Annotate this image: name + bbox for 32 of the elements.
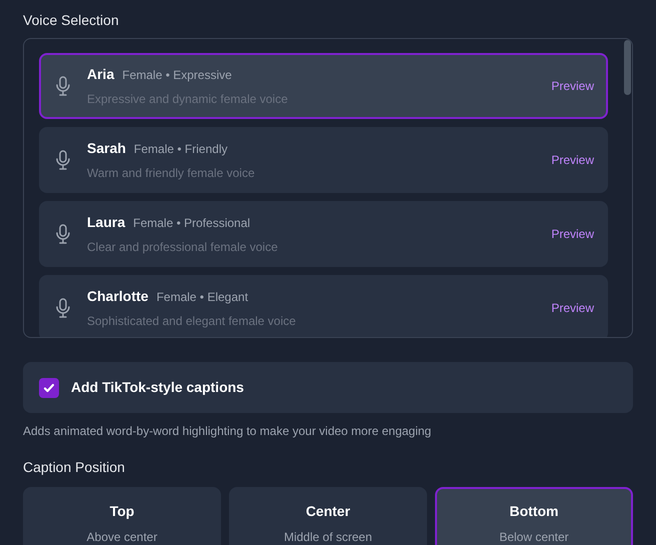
microphone-icon (55, 298, 71, 318)
captions-help: Adds animated word-by-word highlighting to make your video more engaging (23, 423, 432, 440)
section-heading: Caption Position (23, 458, 126, 477)
microphone-icon (55, 224, 71, 244)
section-heading: Voice Selection (23, 11, 120, 29)
voice-name: Laura (87, 213, 126, 232)
voice-description: Sophisticated and elegant female voice (87, 313, 297, 330)
preview-link[interactable]: Preview (551, 225, 594, 243)
preview-link[interactable]: Preview (551, 151, 594, 169)
voice-tags: Female • Expressive (122, 66, 232, 84)
position-option[interactable]: Top Above center (23, 487, 221, 545)
voice-tags: Female • Professional (133, 214, 250, 232)
voice-name: Charlotte (87, 287, 148, 306)
voice-description: Clear and professional female voice (87, 239, 279, 256)
voice-tags: Female • Elegant (156, 288, 248, 306)
voice-name: Sarah (87, 139, 126, 158)
voice-name: Aria (87, 65, 114, 84)
microphone-icon (55, 150, 71, 170)
microphone-icon (55, 76, 71, 96)
position-option[interactable]: Bottom Below center (435, 487, 633, 545)
position-option[interactable]: Center Middle of screen (229, 487, 427, 545)
voice-description: Warm and friendly female voice (87, 165, 256, 182)
voice-option[interactable]: Sarah Female • Friendly Warm and friendly female voice Preview (39, 127, 608, 193)
voice-option[interactable]: Laura Female • Professional Clear and professional female voice Preview (39, 201, 608, 267)
preview-link[interactable]: Preview (551, 299, 594, 317)
voice-option[interactable]: Charlotte Female • Elegant Sophisticated and elegant female voice Preview (39, 275, 608, 337)
checkbox[interactable] (39, 378, 59, 398)
voice-tags: Female • Friendly (134, 140, 228, 158)
captions-label: Add TikTok-style captions (71, 378, 244, 397)
scrollbar-thumb[interactable] (624, 40, 631, 95)
checkmark-icon (43, 382, 55, 394)
preview-link[interactable]: Preview (551, 77, 594, 95)
